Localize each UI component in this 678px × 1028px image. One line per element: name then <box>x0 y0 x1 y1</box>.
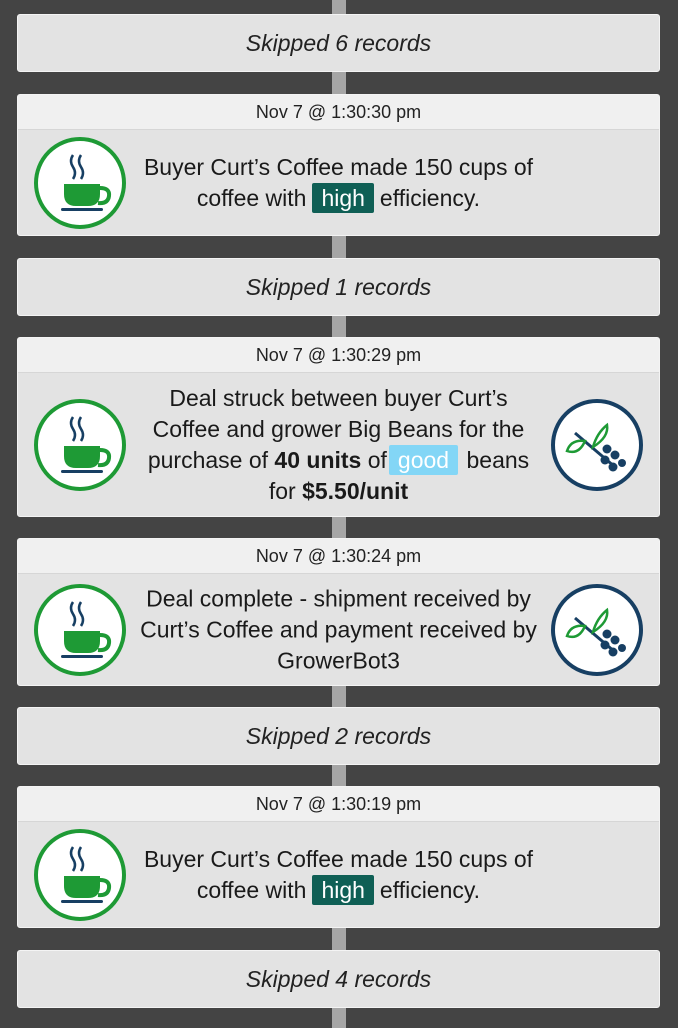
event-message: Buyer Curt’s Coffee made 150 cups of cof… <box>138 152 539 214</box>
event-card: Nov 7 @ 1:30:24 pm Deal complete - shipm… <box>17 538 660 686</box>
message-text: efficiency. <box>379 185 481 211</box>
event-message: Deal complete - shipment received by Cur… <box>140 585 537 674</box>
event-message: Buyer Curt’s Coffee made 150 cups of cof… <box>138 844 539 906</box>
event-card: Nov 7 @ 1:30:29 pm Deal struck between b… <box>17 337 660 517</box>
event-message: Deal struck between buyer Curt’s Coffee … <box>138 383 539 507</box>
coffee-plant-icon <box>551 399 643 491</box>
efficiency-badge: high <box>312 183 374 213</box>
skipped-records-row[interactable]: Skipped 2 records <box>17 707 660 765</box>
efficiency-badge: high <box>312 875 374 905</box>
event-timestamp: Nov 7 @ 1:30:29 pm <box>18 338 659 373</box>
quality-badge: good <box>388 445 459 475</box>
units-amount: 40 units <box>274 447 362 473</box>
event-timestamp: Nov 7 @ 1:30:24 pm <box>18 539 659 574</box>
coffee-plant-icon <box>551 584 643 676</box>
event-timestamp: Nov 7 @ 1:30:19 pm <box>18 787 659 822</box>
unit-price: $5.50/unit <box>302 478 409 504</box>
event-card: Nov 7 @ 1:30:19 pm Buyer Curt’s Coffee m… <box>17 786 660 928</box>
message-text: of <box>367 447 387 473</box>
skipped-records-label: Skipped 6 records <box>245 29 432 56</box>
message-text: efficiency. <box>379 877 481 903</box>
skipped-records-label: Skipped 4 records <box>245 965 432 992</box>
coffee-cup-icon <box>34 829 126 921</box>
coffee-cup-icon <box>34 584 126 676</box>
coffee-cup-icon <box>34 137 126 229</box>
skipped-records-row[interactable]: Skipped 1 records <box>17 258 660 316</box>
event-card: Nov 7 @ 1:30:30 pm Buyer Curt’s Coffee m… <box>17 94 660 236</box>
skipped-records-row[interactable]: Skipped 4 records <box>17 950 660 1008</box>
skipped-records-row[interactable]: Skipped 6 records <box>17 14 660 72</box>
coffee-cup-icon <box>34 399 126 491</box>
skipped-records-label: Skipped 2 records <box>245 722 432 749</box>
event-timestamp: Nov 7 @ 1:30:30 pm <box>18 95 659 130</box>
skipped-records-label: Skipped 1 records <box>245 273 432 300</box>
